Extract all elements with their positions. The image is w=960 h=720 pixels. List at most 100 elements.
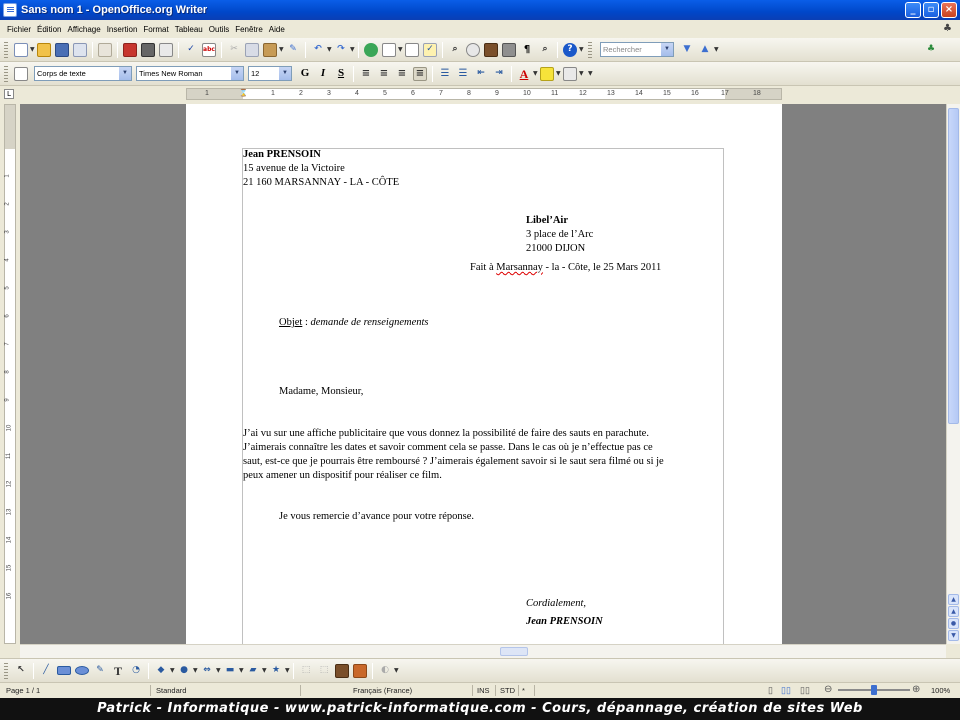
close-button[interactable]: × (941, 2, 957, 18)
thanks-line[interactable]: Je vous remercie d’avance pour votre rép… (279, 511, 474, 522)
undo-icon[interactable]: ↶ (311, 43, 325, 57)
body-line[interactable]: saut, est-ce que je pourrais être rembou… (243, 456, 664, 467)
paste-dropdown-icon[interactable]: ▼ (279, 43, 284, 57)
find-previous-icon[interactable]: ▲ (698, 43, 712, 57)
stars-dropdown-icon[interactable]: ▼ (285, 664, 290, 678)
search-combo[interactable]: Rechercher ▼ (600, 42, 674, 57)
navigator-icon[interactable] (466, 42, 480, 57)
toolbar-grip-4[interactable] (4, 662, 8, 679)
scrollbar-thumb[interactable] (948, 108, 959, 424)
maximize-button[interactable]: ▫ (923, 2, 939, 18)
clone-formatting-icon[interactable]: ✎ (286, 43, 300, 57)
underline-button[interactable]: S (334, 67, 348, 81)
menu-edition[interactable]: Édition (34, 25, 64, 34)
background-color-icon[interactable] (563, 66, 577, 81)
paragraph-style-combo[interactable]: Corps de texte ▼ (34, 66, 132, 81)
decrease-indent-icon[interactable]: ⇤ (474, 67, 488, 81)
open-folder-icon[interactable] (37, 42, 51, 57)
formatting-toolbar-dropdown-icon[interactable]: ▼ (588, 67, 593, 81)
menu-fenetre[interactable]: Fenêtre (232, 25, 266, 34)
sender-city[interactable]: 21 160 MARSANNAY - LA - CÔTE (243, 177, 399, 188)
basic-shapes-icon[interactable]: ◆ (154, 664, 168, 678)
callouts-icon[interactable]: ▰ (246, 664, 260, 678)
selection-mode[interactable]: STD (500, 686, 515, 695)
help-dropdown-icon[interactable]: ▼ (579, 43, 584, 57)
menu-aide[interactable]: Aide (266, 25, 288, 34)
copy-icon[interactable] (245, 42, 259, 57)
freeform-icon[interactable]: ✎ (93, 664, 107, 678)
select-arrow-icon[interactable]: ↖ (14, 664, 28, 678)
table-dropdown-icon[interactable]: ▼ (398, 43, 403, 57)
horizontal-ruler[interactable]: 1 ⌛ 1 2 3 4 5 6 7 8 9 10 11 12 13 14 15 … (186, 88, 782, 100)
next-page-icon[interactable]: ▼ (948, 630, 959, 641)
autospellcheck-icon[interactable]: abc (202, 42, 216, 57)
ruler-indent-marker[interactable]: ⌛ (239, 89, 248, 99)
signature-line[interactable]: Jean PRENSOIN (526, 616, 603, 627)
multi-page-view-icon[interactable]: ▯▯ (781, 685, 791, 696)
zoom-in-icon[interactable]: ⊕ (912, 684, 920, 695)
find-replace-icon[interactable]: ⌕ (448, 43, 462, 57)
fontwork-gallery-icon[interactable] (353, 663, 367, 678)
navigation-icon[interactable]: ● (948, 618, 959, 629)
email-icon[interactable] (73, 42, 87, 57)
undo-dropdown-icon[interactable]: ▼ (327, 43, 332, 57)
cut-icon[interactable]: ✂ (227, 43, 241, 57)
data-sources-icon[interactable] (502, 42, 516, 57)
points-icon[interactable]: ⬚ (299, 664, 313, 678)
font-size-combo[interactable]: 12 ▼ (248, 66, 292, 81)
block-arrows-icon[interactable]: ⇔ (200, 664, 214, 678)
page-count[interactable]: Page 1 / 1 (6, 686, 40, 695)
menu-affichage[interactable]: Affichage (64, 25, 103, 34)
font-name-dropdown-icon[interactable]: ▼ (231, 67, 243, 80)
italic-button[interactable]: I (316, 67, 330, 81)
basic-shapes-dropdown-icon[interactable]: ▼ (170, 664, 175, 678)
menu-outils[interactable]: Outils (206, 25, 232, 34)
recipient-name[interactable]: Libel’Air (526, 215, 568, 226)
zoom-out-icon[interactable]: ⊖ (824, 684, 832, 695)
close-document-icon[interactable]: ♣ (943, 23, 952, 34)
toolbar-grip-2[interactable] (588, 41, 592, 58)
vertical-scrollbar[interactable]: ▲ ▲ ● ▼ (946, 104, 960, 644)
salutation[interactable]: Madame, Monsieur, (279, 386, 363, 397)
hyperlink-icon[interactable] (364, 42, 378, 57)
stars-icon[interactable]: ★ (269, 664, 283, 678)
search-toolbar-dropdown-icon[interactable]: ▼ (714, 43, 719, 57)
callouts-dropdown-icon[interactable]: ▼ (262, 664, 267, 678)
table-icon[interactable] (382, 42, 396, 57)
block-arrows-dropdown-icon[interactable]: ▼ (216, 664, 221, 678)
callout-icon[interactable]: ◔ (129, 664, 143, 678)
nonprinting-chars-icon[interactable]: ¶ (520, 43, 534, 57)
drawing-toolbar-dropdown-icon[interactable]: ▼ (394, 664, 399, 678)
highlight-icon[interactable] (540, 66, 554, 81)
zoom-icon[interactable]: ⌕ (538, 43, 552, 57)
body-line[interactable]: peux amener un dispositif pour réaliser … (243, 470, 442, 481)
scroll-up-icon[interactable]: ▲ (948, 594, 959, 605)
horizontal-scrollbar-thumb[interactable] (500, 647, 528, 656)
redo-icon[interactable]: ↷ (334, 43, 348, 57)
print-icon[interactable] (141, 42, 155, 57)
bullets-icon[interactable]: ☰ (456, 67, 470, 81)
font-color-dropdown-icon[interactable]: ▼ (533, 67, 538, 81)
extrusion-icon[interactable]: ◐ (378, 664, 392, 678)
menu-fichier[interactable]: Fichier (4, 25, 34, 34)
zoom-percentage[interactable]: 100% (931, 686, 950, 695)
find-next-icon[interactable]: ▼ (680, 43, 694, 57)
menu-insertion[interactable]: Insertion (104, 25, 141, 34)
align-left-icon[interactable]: ≡ (359, 67, 373, 81)
paragraph-style-dropdown-icon[interactable]: ▼ (119, 67, 131, 80)
bold-button[interactable]: G (298, 67, 312, 81)
menu-format[interactable]: Format (140, 25, 171, 34)
edit-file-icon[interactable] (98, 42, 112, 57)
text-icon[interactable]: T (111, 664, 125, 678)
language[interactable]: Français (France) (353, 686, 412, 695)
ellipse-icon[interactable] (75, 666, 89, 675)
show-draw-functions-icon[interactable] (405, 42, 419, 57)
zoom-slider-knob[interactable] (871, 685, 877, 695)
previous-page-icon[interactable]: ▲ (948, 606, 959, 617)
background-color-dropdown-icon[interactable]: ▼ (579, 67, 584, 81)
search-dropdown-icon[interactable]: ▼ (661, 43, 673, 56)
menu-tableau[interactable]: Tableau (172, 25, 206, 34)
symbol-shapes-icon[interactable]: ● (177, 664, 191, 678)
vertical-ruler[interactable]: 1 2 3 4 5 6 7 8 9 10 11 12 13 14 15 16 (4, 104, 16, 644)
from-file-icon[interactable] (335, 663, 349, 678)
